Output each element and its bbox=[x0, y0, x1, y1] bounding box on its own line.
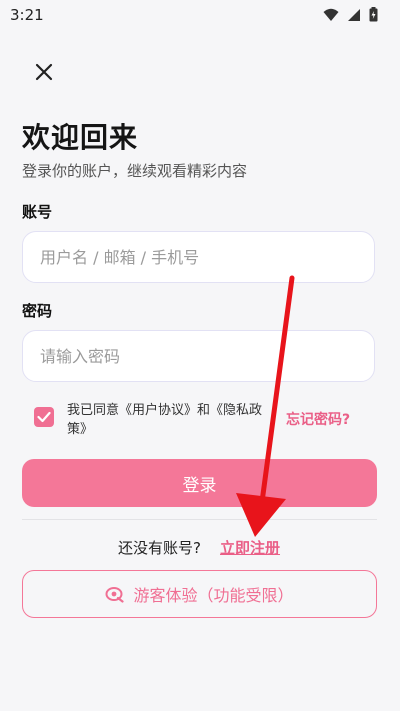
divider bbox=[22, 519, 377, 520]
close-icon bbox=[35, 63, 53, 81]
checkmark-icon bbox=[37, 411, 51, 423]
guest-eye-icon bbox=[105, 587, 125, 603]
login-button[interactable]: 登录 bbox=[22, 459, 377, 507]
guest-button[interactable]: 游客体验（功能受限） bbox=[22, 570, 377, 618]
signal-icon bbox=[348, 8, 360, 21]
agreement-checkbox[interactable] bbox=[34, 407, 54, 427]
agreement-text[interactable]: 我已同意《用户协议》和《隐私政策》 bbox=[67, 401, 267, 439]
account-input[interactable] bbox=[40, 247, 357, 267]
account-field[interactable] bbox=[22, 231, 375, 283]
password-label: 密码 bbox=[22, 302, 53, 320]
no-account-text: 还没有账号? bbox=[118, 539, 201, 557]
guest-label: 游客体验（功能受限） bbox=[133, 586, 294, 605]
status-bar: 3:21 bbox=[0, 0, 400, 30]
page-subtitle: 登录你的账户，继续观看精彩内容 bbox=[22, 162, 248, 180]
page-title: 欢迎回来 bbox=[22, 121, 139, 154]
wifi-icon bbox=[323, 8, 339, 21]
password-field[interactable] bbox=[22, 330, 375, 382]
forgot-password-link[interactable]: 忘记密码? bbox=[286, 409, 350, 429]
register-link[interactable]: 立即注册 bbox=[220, 537, 280, 558]
close-button[interactable] bbox=[30, 58, 58, 86]
status-time: 3:21 bbox=[10, 6, 44, 24]
status-icons bbox=[323, 7, 378, 22]
account-label: 账号 bbox=[22, 203, 53, 221]
password-input[interactable] bbox=[40, 346, 357, 366]
battery-icon bbox=[369, 7, 378, 22]
